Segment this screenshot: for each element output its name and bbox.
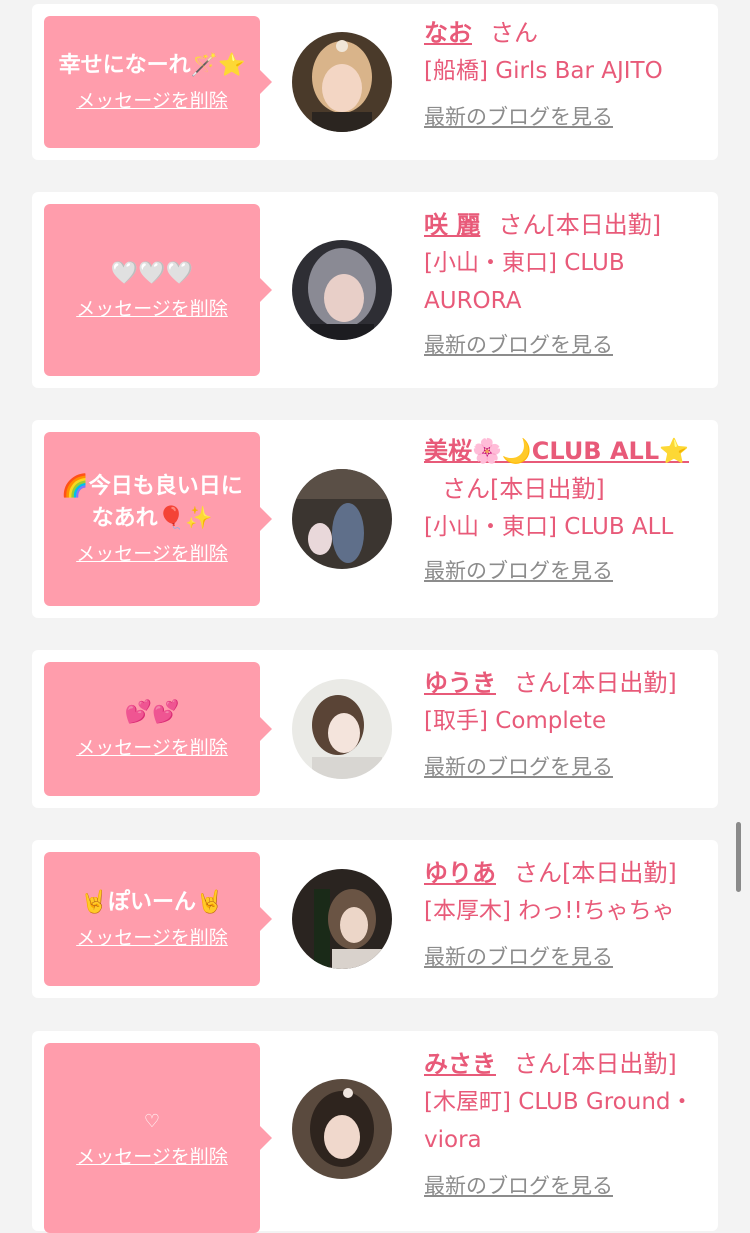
- girl-info: 美桜🌸🌙CLUB ALL⭐️さん[本日出勤] [小山・東口] CLUB ALL …: [424, 432, 710, 586]
- avatar-photo: [292, 869, 392, 969]
- avatar-photo: [292, 32, 392, 132]
- girl-name-link[interactable]: なお: [424, 19, 472, 47]
- message-bubble: 🤘ぽいーん🤘 メッセージを削除: [44, 852, 272, 986]
- girl-name-link[interactable]: 咲 麗: [424, 211, 480, 239]
- girl-info: ゆうき さん[本日出勤] [取手] Complete 最新のブログを見る: [424, 664, 710, 782]
- latest-blog-link[interactable]: 最新のブログを見る: [424, 556, 613, 586]
- honorific: さん: [514, 669, 562, 697]
- avatar[interactable]: [292, 679, 392, 779]
- message-text: 💕💕: [124, 700, 180, 725]
- delete-message-link[interactable]: メッセージを削除: [76, 925, 228, 951]
- message-text: 🌈今日も良い日になあれ🎈✨: [61, 474, 243, 531]
- delete-message-link[interactable]: メッセージを削除: [76, 1144, 228, 1170]
- avatar[interactable]: [292, 869, 392, 969]
- message-card: 幸せになーれ🪄⭐️ メッセージを削除 なお さん [船橋] Girls Bar A…: [32, 4, 718, 160]
- message-card: 🤍🤍🤍 メッセージを削除 咲 麗さん[本日出勤] [小山・東口] CLUB AU…: [32, 192, 718, 388]
- attendance-status: [本日出勤]: [562, 669, 677, 697]
- delete-message-link[interactable]: メッセージを削除: [76, 735, 228, 761]
- shop-name: [船橋] Girls Bar AJITO: [424, 58, 663, 84]
- latest-blog-link[interactable]: 最新のブログを見る: [424, 102, 613, 132]
- message-card: 🤘ぽいーん🤘 メッセージを削除 ゆりあ さん[本日出勤] [本厚木] わっ!!ちゃ…: [32, 840, 718, 998]
- avatar[interactable]: [292, 32, 392, 132]
- attendance-status: [本日出勤]: [546, 211, 662, 239]
- delete-message-link[interactable]: メッセージを削除: [76, 541, 228, 567]
- girl-name-link[interactable]: ゆりあ: [424, 859, 496, 887]
- girl-name-link[interactable]: みさき: [424, 1050, 496, 1078]
- latest-blog-link[interactable]: 最新のブログを見る: [424, 1171, 613, 1201]
- scrollbar[interactable]: [736, 822, 741, 892]
- avatar-photo: [292, 679, 392, 779]
- message-text: 幸せになーれ🪄⭐️: [58, 53, 246, 78]
- honorific: さん: [498, 211, 547, 239]
- message-bubble: 幸せになーれ🪄⭐️ メッセージを削除: [44, 16, 272, 148]
- message-bubble: 🌈今日も良い日になあれ🎈✨ メッセージを削除: [44, 432, 272, 606]
- shop-name: [小山・東口] CLUB ALL: [424, 514, 674, 540]
- girl-info: みさき さん[本日出勤] [木屋町] CLUB Ground・viora 最新のブ…: [424, 1045, 710, 1201]
- message-card: 🌈今日も良い日になあれ🎈✨ メッセージを削除 美桜🌸🌙CLUB ALL⭐️さん[…: [32, 420, 718, 618]
- latest-blog-link[interactable]: 最新のブログを見る: [424, 330, 613, 360]
- girl-info: 咲 麗さん[本日出勤] [小山・東口] CLUB AURORA 最新のブログを見…: [424, 206, 710, 360]
- girl-info: ゆりあ さん[本日出勤] [本厚木] わっ!!ちゃちゃ 最新のブログを見る: [424, 854, 710, 972]
- avatar-photo: [292, 240, 392, 340]
- avatar-photo: [292, 469, 392, 569]
- girl-info: なお さん [船橋] Girls Bar AJITO 最新のブログを見る: [424, 14, 710, 132]
- delete-message-link[interactable]: メッセージを削除: [76, 296, 228, 322]
- message-text: 🤍🤍🤍: [110, 261, 194, 286]
- honorific: さん: [490, 19, 538, 47]
- attendance-status: [本日出勤]: [562, 1050, 677, 1078]
- attendance-status: [本日出勤]: [562, 859, 677, 887]
- shop-name: [小山・東口] CLUB AURORA: [424, 250, 625, 314]
- honorific: さん: [514, 1050, 562, 1078]
- girl-name-link[interactable]: ゆうき: [424, 669, 496, 697]
- avatar[interactable]: [292, 469, 392, 569]
- latest-blog-link[interactable]: 最新のブログを見る: [424, 752, 613, 782]
- avatar-photo: [292, 1079, 392, 1179]
- shop-name: [本厚木] わっ!!ちゃちゃ: [424, 898, 675, 924]
- shop-name: [取手] Complete: [424, 708, 607, 734]
- message-feed: 幸せになーれ🪄⭐️ メッセージを削除 なお さん [船橋] Girls Bar A…: [0, 0, 750, 1233]
- message-bubble: ♡ メッセージを削除: [44, 1043, 272, 1233]
- message-text: 🤘ぽいーん🤘: [80, 890, 224, 915]
- avatar[interactable]: [292, 1079, 392, 1179]
- latest-blog-link[interactable]: 最新のブログを見る: [424, 942, 613, 972]
- shop-name: [木屋町] CLUB Ground・viora: [424, 1089, 694, 1153]
- message-bubble: 💕💕 メッセージを削除: [44, 662, 272, 796]
- message-text: ♡: [143, 1111, 161, 1132]
- honorific: さん: [514, 859, 562, 887]
- avatar[interactable]: [292, 240, 392, 340]
- attendance-status: [本日出勤]: [490, 475, 605, 503]
- message-bubble: 🤍🤍🤍 メッセージを削除: [44, 204, 272, 376]
- girl-name-link[interactable]: 美桜🌸🌙CLUB ALL⭐️: [424, 437, 689, 465]
- message-card: 💕💕 メッセージを削除 ゆうき さん[本日出勤] [取手] Complete 最新…: [32, 650, 718, 808]
- delete-message-link[interactable]: メッセージを削除: [76, 88, 228, 114]
- honorific: さん: [442, 475, 490, 503]
- message-card: ♡ メッセージを削除 みさき さん[本日出勤] [木屋町] CLUB Ground…: [32, 1031, 718, 1233]
